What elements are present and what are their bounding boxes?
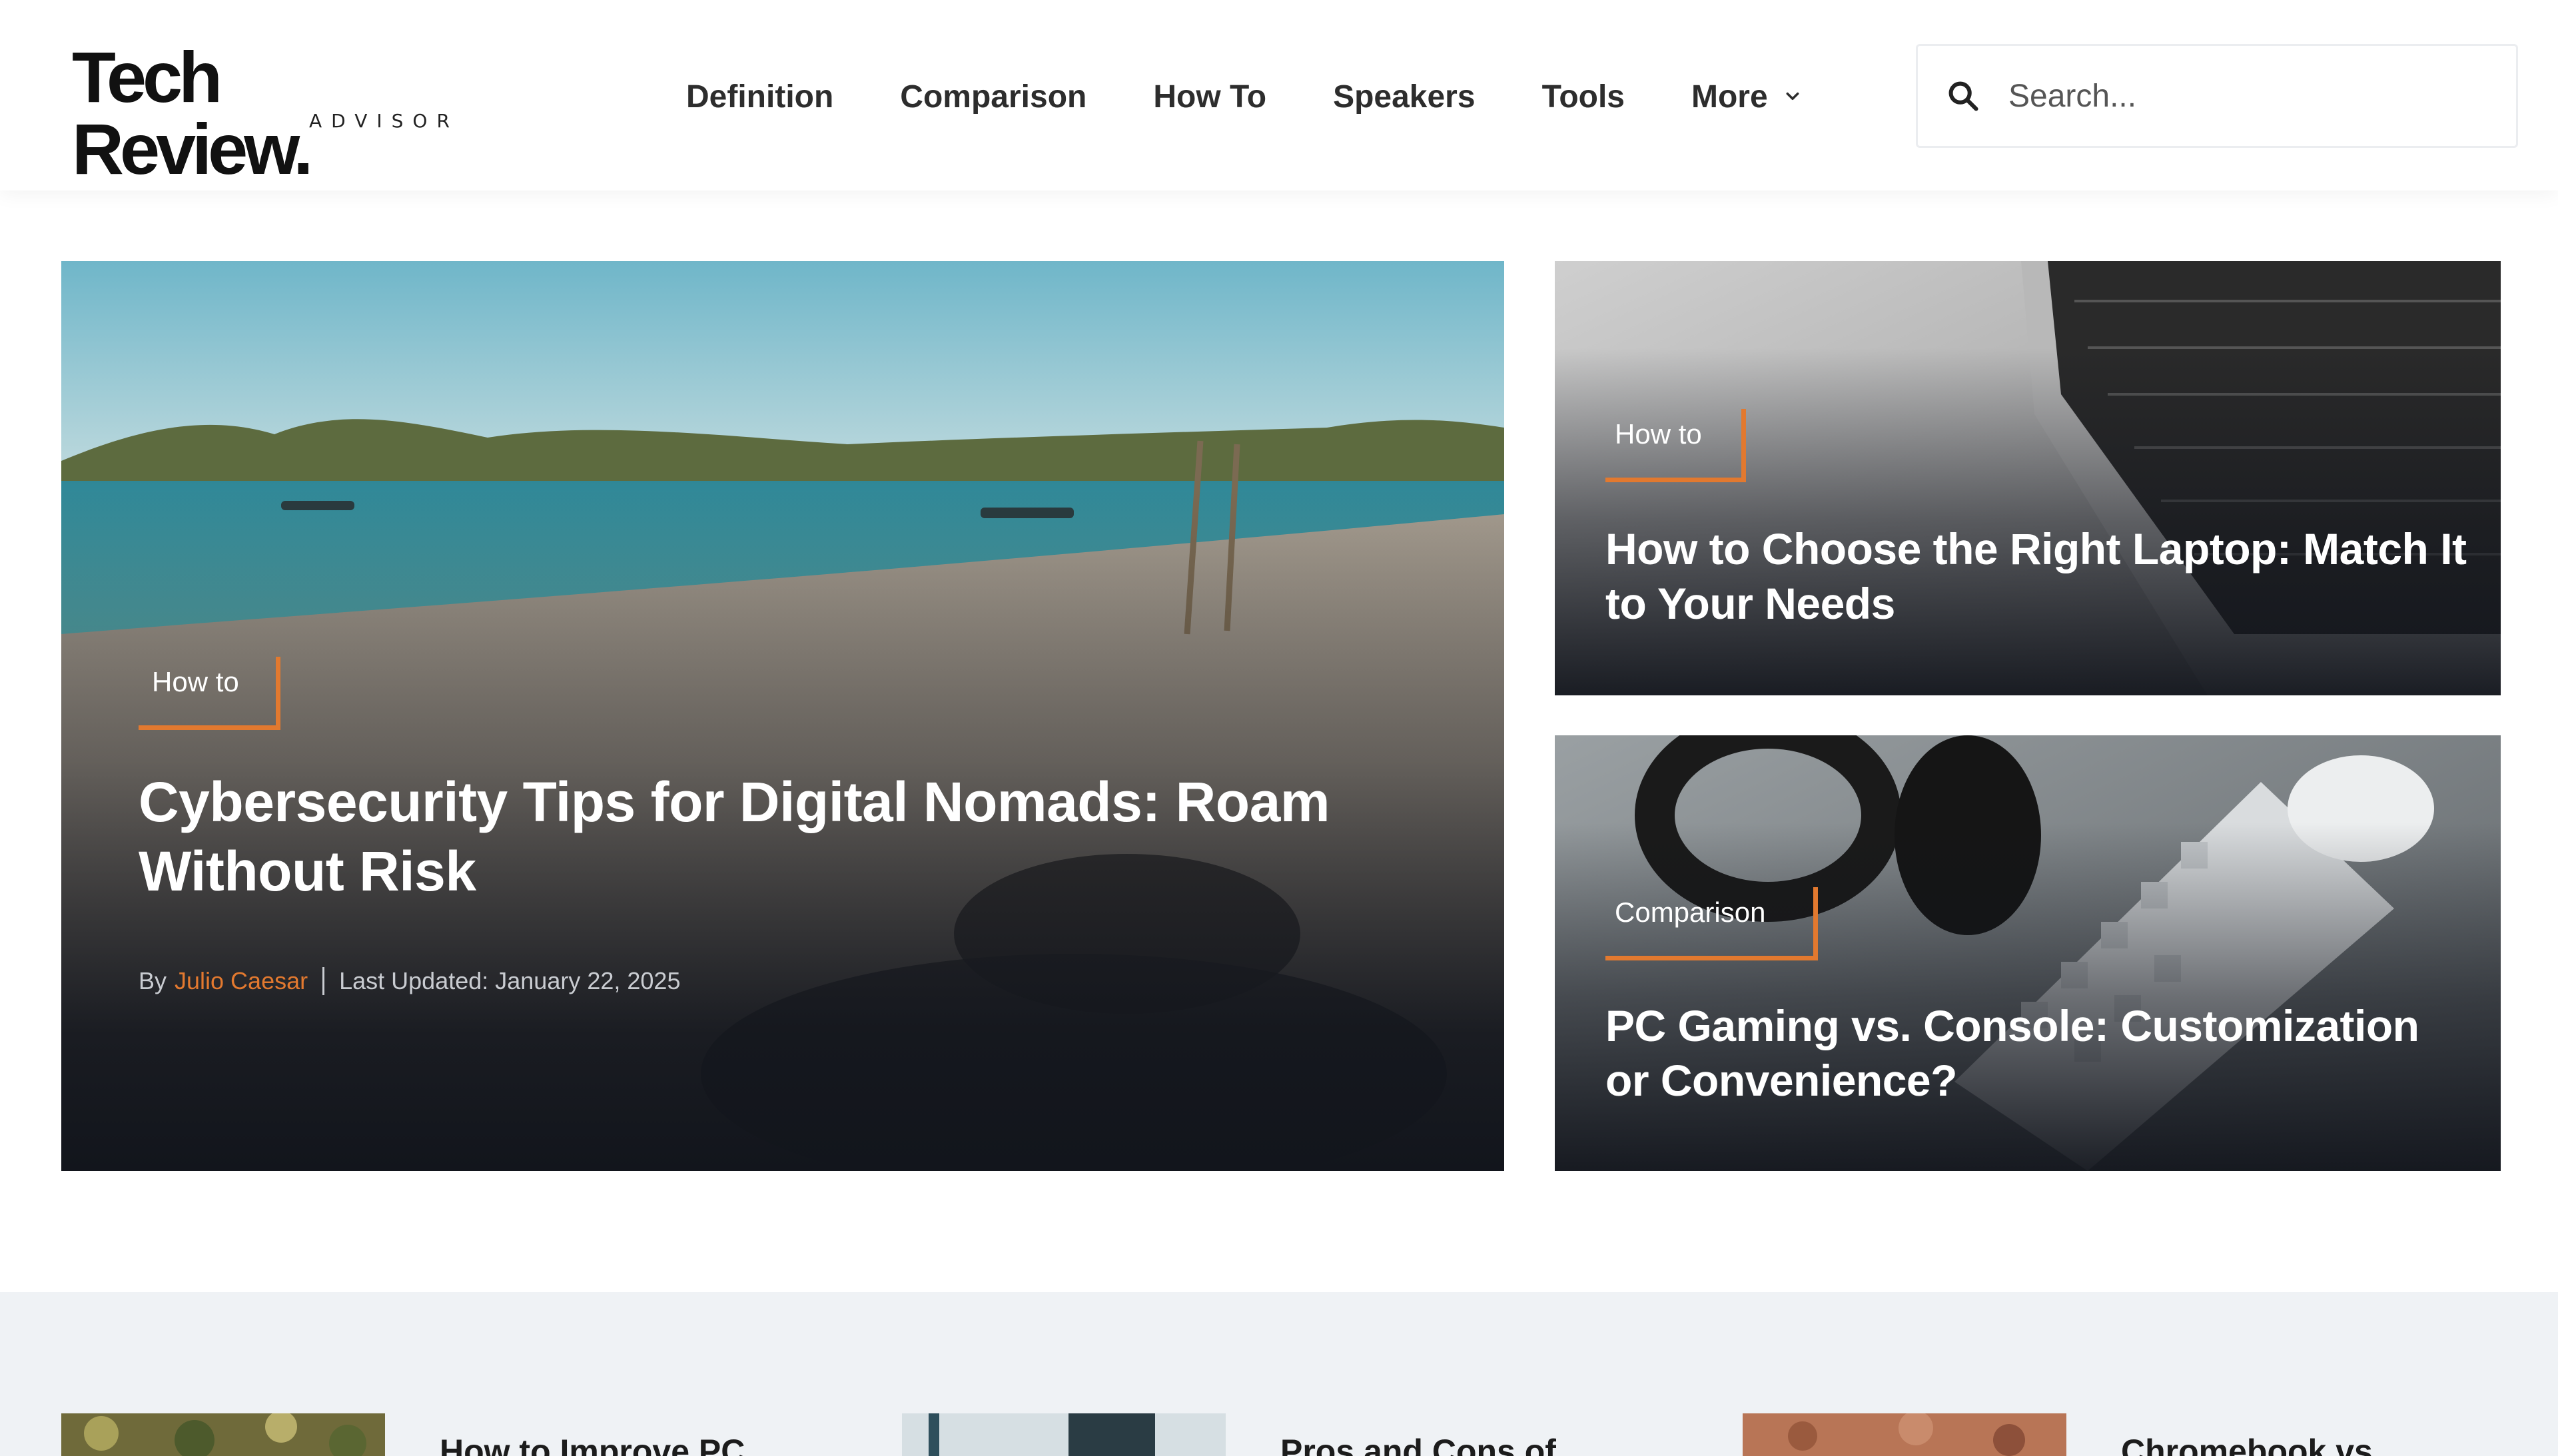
logo-tagline: ADVISOR bbox=[309, 110, 459, 132]
hero-category-label: How to bbox=[152, 666, 239, 697]
site-logo[interactable]: Tech Review. ADVISOR bbox=[72, 41, 472, 185]
side-card-1-category-tag[interactable]: How to bbox=[1605, 409, 1753, 482]
nav-item-definition[interactable]: Definition bbox=[686, 79, 833, 115]
post-title-3[interactable]: Chromebook vs bbox=[2121, 1432, 2373, 1456]
nav-item-tools[interactable]: Tools bbox=[1542, 79, 1625, 115]
post-thumbnail-1[interactable] bbox=[61, 1413, 385, 1456]
nav-item-comparison[interactable]: Comparison bbox=[900, 79, 1086, 115]
nav-item-how-to[interactable]: How To bbox=[1153, 79, 1266, 115]
nav-item-speakers[interactable]: Speakers bbox=[1333, 79, 1476, 115]
tag-accent-vertical bbox=[276, 657, 280, 730]
side-card-2-category-tag[interactable]: Comparison bbox=[1605, 887, 1825, 960]
post-thumbnail-3[interactable] bbox=[1743, 1413, 2066, 1456]
tag-accent-horizontal bbox=[1605, 478, 1746, 482]
side-card-laptop[interactable]: How to How to Choose the Right Laptop: M… bbox=[1555, 261, 2501, 695]
side-card-2-category-label: Comparison bbox=[1615, 897, 1766, 928]
hero-meta: By Julio Caesar Last Updated: January 22… bbox=[139, 967, 680, 995]
tag-accent-vertical bbox=[1813, 887, 1818, 960]
side-card-1-title[interactable]: How to Choose the Right Laptop: Match It… bbox=[1605, 522, 2471, 631]
hero-category-tag[interactable]: How to bbox=[139, 657, 292, 730]
nav-item-more[interactable]: More bbox=[1691, 79, 1800, 115]
meta-divider bbox=[322, 967, 325, 995]
search-input[interactable] bbox=[2008, 77, 2475, 115]
tag-accent-horizontal bbox=[1605, 956, 1818, 960]
hero-card[interactable]: How to Cybersecurity Tips for Digital No… bbox=[61, 261, 1504, 1171]
thumbnail-image bbox=[1743, 1413, 2066, 1456]
search-box[interactable] bbox=[1916, 44, 2518, 148]
post-thumbnail-2[interactable] bbox=[902, 1413, 1226, 1456]
author-link[interactable]: Julio Caesar bbox=[175, 967, 308, 995]
by-label: By bbox=[139, 967, 167, 994]
side-card-gaming[interactable]: Comparison PC Gaming vs. Console: Custom… bbox=[1555, 735, 2501, 1171]
thumbnail-image bbox=[61, 1413, 385, 1456]
tag-accent-vertical bbox=[1741, 409, 1746, 482]
chevron-down-icon bbox=[1786, 92, 1799, 101]
post-title-2[interactable]: Pros and Cons of bbox=[1280, 1432, 1556, 1456]
main-nav: Definition Comparison How To Speakers To… bbox=[686, 73, 1800, 120]
search-icon[interactable] bbox=[1946, 79, 1980, 113]
thumbnail-image bbox=[902, 1413, 1226, 1456]
hero-title[interactable]: Cybersecurity Tips for Digital Nomads: R… bbox=[139, 767, 1458, 906]
last-updated: Last Updated: January 22, 2025 bbox=[339, 967, 681, 994]
tag-accent-horizontal bbox=[139, 725, 280, 730]
post-title-1[interactable]: How to Improve PC bbox=[440, 1432, 745, 1456]
site-header: Tech Review. ADVISOR Definition Comparis… bbox=[0, 0, 2558, 190]
nav-item-more-label: More bbox=[1691, 79, 1768, 115]
side-card-1-category-label: How to bbox=[1615, 418, 1702, 450]
side-card-2-title[interactable]: PC Gaming vs. Console: Customization or … bbox=[1605, 999, 2471, 1108]
